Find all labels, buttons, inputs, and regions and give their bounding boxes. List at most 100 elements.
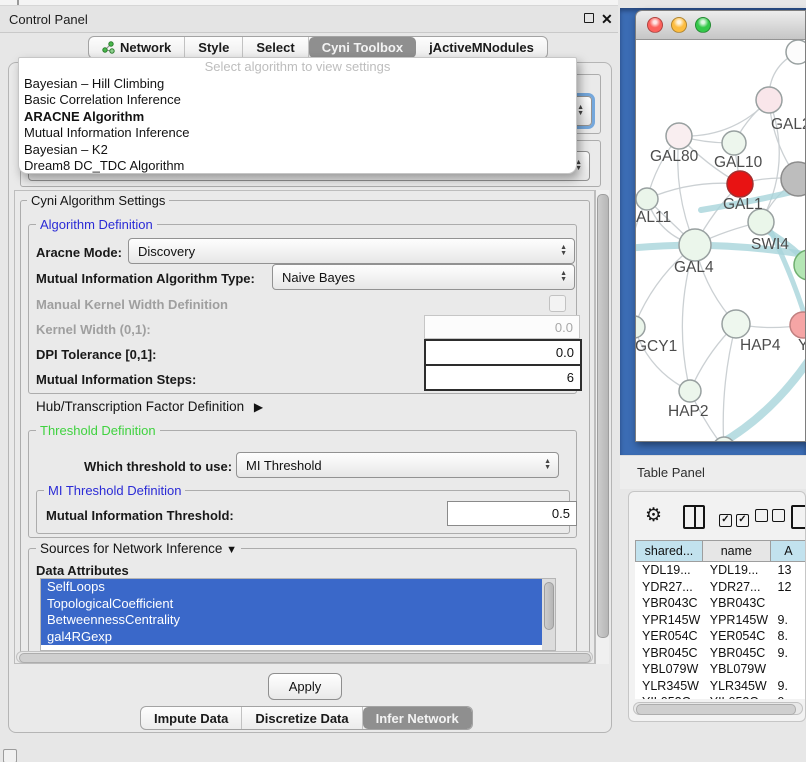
dpi-tolerance-field[interactable] [424, 339, 582, 366]
table-row[interactable]: YPR145WYPR145W9. [635, 612, 806, 629]
select-all-columns-icon[interactable]: ✓✓ [719, 509, 753, 527]
attribute-item[interactable]: gal4RGexp [41, 629, 555, 646]
split-columns-icon[interactable] [683, 505, 705, 529]
algorithm-option[interactable]: ARACNE Algorithm [19, 109, 576, 125]
list-vertical-scrollbar[interactable] [542, 579, 555, 650]
network-icon [102, 41, 115, 54]
table-row[interactable]: YER054CYER054C8. [635, 628, 806, 645]
bottom-tab-impute-data[interactable]: Impute Data [141, 707, 242, 729]
which-threshold-combo[interactable]: MI Threshold ▲▼ [236, 452, 559, 478]
tab-bar: NetworkStyle Select Cyni ToolboxjActiveMNo… [88, 36, 548, 59]
scrollbar-thumb[interactable] [544, 582, 554, 630]
table-cell: YPR145W [635, 613, 703, 627]
network-canvas[interactable]: GAL2GAL80GAL10GAL1GAL11SWI4GAL4GCY1HAP4Y… [636, 40, 806, 442]
tab-style[interactable]: Style [185, 37, 243, 58]
attribute-item[interactable]: TopologicalCoefficient [41, 596, 555, 613]
algorithm-option[interactable]: Dream8 DC_TDC Algorithm [19, 158, 576, 174]
table-row[interactable]: YIL052CYIL052C9 [635, 694, 806, 699]
mi-algorithm-type-combo[interactable]: Naive Bayes ▲▼ [272, 264, 575, 290]
attribute-item[interactable]: SelfLoops [41, 579, 555, 596]
table-cell: 12 [771, 580, 806, 594]
kernel-width-label: Kernel Width (0,1): [36, 322, 151, 337]
expanded-arrow-icon[interactable]: ▼ [226, 544, 237, 556]
table-cell: YLR345W [703, 679, 771, 693]
algorithm-option[interactable]: Bayesian – Hill Climbing [19, 76, 576, 92]
column-header-0[interactable]: shared... [635, 540, 703, 562]
table-panel-box: ⚙ ✓✓ shared...nameA YDL19...YDL19...13YD… [628, 491, 806, 722]
table-cell: YBL079W [703, 662, 771, 676]
threshold-definition-title: Threshold Definition [36, 423, 160, 438]
settings-gear-icon[interactable]: ⚙ [645, 506, 662, 525]
network-window: GAL2GAL80GAL10GAL1GAL11SWI4GAL4GCY1HAP4Y… [635, 10, 806, 442]
float-window-icon[interactable] [584, 13, 594, 23]
hub-definition-label: Hub/Transcription Factor Definition [36, 399, 244, 414]
aracne-mode-combo[interactable]: Discovery ▲▼ [128, 238, 575, 264]
network-window-titlebar[interactable] [636, 11, 805, 40]
mi-steps-field[interactable] [424, 364, 582, 391]
settings-horizontal-scrollbar[interactable] [16, 651, 593, 663]
collapsed-arrow-icon[interactable]: ▶ [254, 400, 263, 414]
table-row[interactable]: YBL079WYBL079W [635, 661, 806, 678]
panel-title: Control Panel [0, 12, 88, 27]
zoom-traffic-light-icon[interactable] [695, 17, 711, 33]
table-cell: 9 [771, 695, 806, 699]
svg-text:GAL4: GAL4 [674, 259, 714, 276]
scrollbar-thumb[interactable] [636, 704, 796, 715]
svg-text:HAP4: HAP4 [740, 337, 781, 354]
tab-label: Select [256, 40, 294, 55]
scrollbar-thumb[interactable] [597, 194, 609, 638]
table-cell: YBR043C [635, 596, 703, 610]
bottom-tab-infer-network[interactable]: Infer Network [363, 707, 472, 729]
minimize-traffic-light-icon[interactable] [671, 17, 687, 33]
table-cell: 9. [771, 679, 806, 693]
scrollbar-thumb[interactable] [19, 653, 591, 663]
node-table[interactable]: shared...nameA YDL19...YDL19...13YDR27..… [635, 540, 806, 699]
sources-title[interactable]: Sources for Network Inference ▼ [36, 541, 241, 556]
bottom-tab-discretize-data[interactable]: Discretize Data [242, 707, 362, 729]
table-cell: 13 [771, 563, 806, 577]
algorithm-option[interactable]: Mutual Information Inference [19, 125, 576, 141]
tab-cyni-toolbox[interactable]: Cyni Toolbox [309, 37, 416, 58]
tab-select[interactable]: Select [243, 37, 308, 58]
table-row[interactable]: YDR27...YDR27...12 [635, 579, 806, 596]
settings-vertical-scrollbar[interactable] [595, 190, 609, 664]
table-cell: YIL052C [635, 695, 703, 699]
spinner-arrows-icon: ▲▼ [560, 265, 567, 289]
close-icon[interactable]: ✕ [601, 13, 613, 25]
mi-algorithm-type-label: Mutual Information Algorithm Type: [36, 271, 255, 286]
aracne-mode-value: Discovery [138, 244, 195, 259]
table-cell: YBR043C [703, 596, 771, 610]
tab-jactivemnodules[interactable]: jActiveMNodules [416, 37, 547, 58]
hub-definition-toggle[interactable]: Hub/Transcription Factor Definition ▶ [36, 399, 263, 414]
manual-kernel-checkbox[interactable] [549, 295, 566, 312]
corner-grip-icon[interactable] [3, 749, 17, 762]
export-table-icon[interactable] [791, 505, 806, 529]
table-row[interactable]: YLR345WYLR345W9. [635, 678, 806, 695]
table-cell: YBL079W [635, 662, 703, 676]
kernel-width-field[interactable] [424, 315, 580, 339]
algorithm-option[interactable]: Bayesian – K2 [19, 142, 576, 158]
control-panel-titlebar: Control Panel [0, 6, 618, 33]
mi-threshold-field[interactable] [447, 501, 577, 526]
apply-button[interactable]: Apply [268, 673, 342, 700]
deselect-all-columns-icon[interactable] [755, 509, 789, 527]
close-traffic-light-icon[interactable] [647, 17, 663, 33]
table-cell: YDR27... [635, 580, 703, 594]
column-header-1[interactable]: name [703, 540, 771, 562]
svg-text:GAL10: GAL10 [714, 154, 763, 171]
table-cell: YBR045C [703, 646, 771, 660]
mi-steps-label: Mutual Information Steps: [36, 372, 196, 387]
tab-network[interactable]: Network [89, 37, 185, 58]
attribute-item[interactable]: BetweennessCentrality [41, 612, 555, 629]
table-row[interactable]: YBR043CYBR043C [635, 595, 806, 612]
table-row[interactable]: YDL19...YDL19...13 [635, 562, 806, 579]
column-header-2[interactable]: A [771, 540, 806, 562]
table-row[interactable]: YBR045CYBR045C9. [635, 645, 806, 662]
table-horizontal-scrollbar[interactable] [633, 702, 803, 715]
data-attributes-list[interactable]: SelfLoopsTopologicalCoefficientBetweenne… [40, 578, 556, 651]
network-canvas-container[interactable]: GAL2GAL80GAL10GAL1GAL11SWI4GAL4GCY1HAP4Y… [636, 40, 806, 442]
mi-threshold-label: Mutual Information Threshold: [46, 508, 234, 523]
algorithm-option[interactable]: Basic Correlation Inference [19, 92, 576, 108]
spinner-arrows-icon: ▲▼ [544, 453, 551, 477]
table-cell: 9. [771, 646, 806, 660]
